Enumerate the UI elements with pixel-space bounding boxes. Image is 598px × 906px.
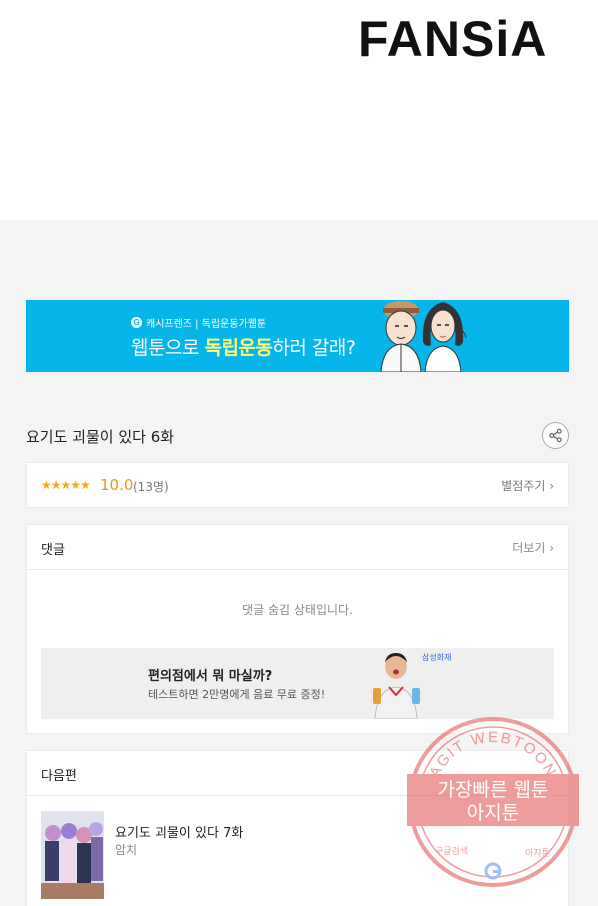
next-episode-title[interactable]: 요기도 괴물이 있다 7화 xyxy=(115,822,243,841)
banner-illustration xyxy=(380,301,467,372)
star-rating-icons: ★★★★★ xyxy=(41,478,91,492)
top-ad-area: FANSiA xyxy=(0,0,598,220)
share-button[interactable] xyxy=(542,422,569,449)
episode-title-row: 요기도 괴물이 있다 6화 xyxy=(26,422,569,450)
rating-count: (13명) xyxy=(133,480,169,494)
cashfriends-icon: G xyxy=(131,317,142,328)
rating-score: 10.0 xyxy=(100,476,134,494)
next-episode-section: 다음편 요기도 괴물이 있다 7화 암치 xyxy=(26,750,569,906)
banner-brand-text: 캐시프렌즈 | 독립운동가웹툰 xyxy=(146,319,267,330)
rating-card: ★★★★★ 10.0 (13명) 별점주기 › xyxy=(26,462,569,508)
comment-hidden-message: 댓글 숨김 상태입니다. xyxy=(242,603,353,617)
ad-person-image xyxy=(373,653,420,719)
share-icon xyxy=(549,428,562,443)
fansia-logo[interactable]: FANSiA xyxy=(358,12,547,66)
ad-title: 편의점에서 뭐 마실까? xyxy=(148,669,273,684)
next-episode-header: 다음편 xyxy=(27,751,568,796)
comment-section: 댓글 더보기 › 댓글 숨김 상태입니다. 편의점에서 뭐 마실까? 테스트하면… xyxy=(26,524,569,734)
comment-header: 댓글 더보기 › xyxy=(27,525,568,570)
ad-banner[interactable]: 편의점에서 뭐 마실까? 테스트하면 2만명에게 음료 무료 증정! 삼성화재 xyxy=(41,648,554,719)
rate-button[interactable]: 별점주기 › xyxy=(501,477,554,494)
comment-more-link[interactable]: 더보기 › xyxy=(512,539,554,556)
ad-brand-label: 삼성화재 xyxy=(422,653,452,662)
next-episode-thumbnail[interactable] xyxy=(41,811,104,899)
comment-title: 댓글 xyxy=(41,543,65,558)
banner-brand: G 캐시프렌즈 | 독립운동가웹툰 xyxy=(131,315,266,330)
promo-banner[interactable]: G 캐시프렌즈 | 독립운동가웹툰 웹툰으로 독립운동하러 갈래? xyxy=(26,300,569,372)
episode-title: 요기도 괴물이 있다 6화 xyxy=(26,428,175,446)
next-episode-author: 암치 xyxy=(115,843,138,857)
ad-subtitle: 테스트하면 2만명에게 음료 무료 증정! xyxy=(148,688,326,701)
next-episode-heading: 다음편 xyxy=(41,769,77,784)
banner-title: 웹툰으로 독립운동하러 갈래? xyxy=(131,337,356,359)
